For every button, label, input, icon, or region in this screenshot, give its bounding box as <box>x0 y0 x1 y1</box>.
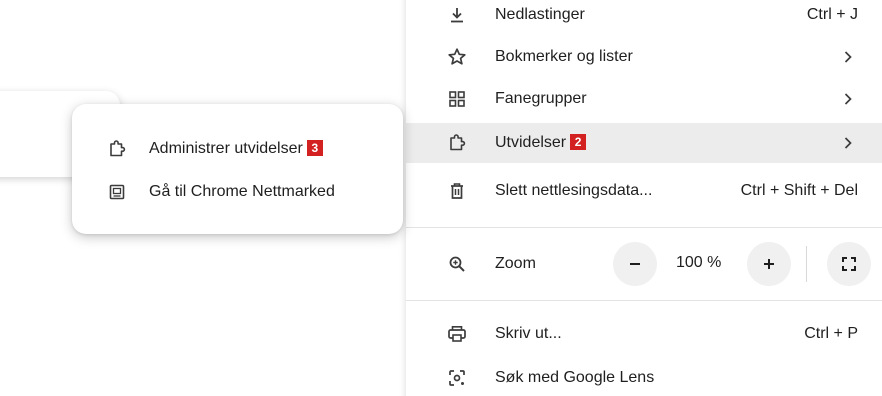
menu-item-google-lens[interactable]: Søk med Google Lens <box>406 358 882 396</box>
star-icon <box>446 46 468 68</box>
chrome-main-menu: Nedlastinger Ctrl + J Bokmerker og liste… <box>406 0 882 396</box>
menu-divider <box>406 300 882 301</box>
menu-item-label: Bokmerker og lister <box>495 48 633 65</box>
zoom-in-button[interactable] <box>747 242 791 286</box>
chevron-right-icon <box>842 92 854 106</box>
printer-icon <box>446 323 468 345</box>
shortcut-text: Ctrl + Shift + Del <box>740 182 858 199</box>
menu-item-label: Søk med Google Lens <box>495 369 655 386</box>
tab-groups-icon <box>446 88 468 110</box>
extensions-submenu: Administrer utvidelser 3 Gå til Chrome Ne… <box>72 104 403 234</box>
menu-item-tab-groups[interactable]: Fanegrupper <box>406 79 882 119</box>
menu-item-label: Fanegrupper <box>495 90 587 107</box>
chevron-right-icon <box>842 136 854 150</box>
menu-divider <box>406 227 882 228</box>
menu-item-label: Utvidelser 2 <box>495 134 587 152</box>
menu-item-extensions[interactable]: Utvidelser 2 <box>406 123 882 163</box>
submenu-item-web-store[interactable]: Gå til Chrome Nettmarked <box>72 172 403 212</box>
step-badge: 3 <box>306 140 323 156</box>
fullscreen-button[interactable] <box>827 242 871 286</box>
zoom-level: 100 % <box>676 254 722 271</box>
zoom-divider <box>806 246 807 282</box>
zoom-icon <box>446 253 468 275</box>
download-icon <box>446 4 468 26</box>
shortcut-text: Ctrl + P <box>804 325 858 342</box>
submenu-item-label: Administrer utvidelser 3 <box>149 140 323 158</box>
menu-item-bookmarks[interactable]: Bokmerker og lister <box>406 37 882 77</box>
screen: S Nedlastinger Ctrl + J Bokmerker og lis… <box>0 0 882 396</box>
shortcut-text: Ctrl + J <box>806 6 858 23</box>
chevron-right-icon <box>842 50 854 64</box>
puzzle-icon <box>446 132 468 154</box>
menu-item-clear-data[interactable]: Slett nettlesingsdata... Ctrl + Shift + … <box>406 171 882 211</box>
menu-item-label: Slett nettlesingsdata... <box>495 182 653 199</box>
menu-item-label: Nedlastinger <box>495 6 585 23</box>
menu-item-label: Skriv ut... <box>495 325 562 342</box>
zoom-label: Zoom <box>495 255 536 272</box>
lens-icon <box>446 367 468 389</box>
menu-item-zoom: Zoom 100 % <box>406 242 882 286</box>
menu-item-print[interactable]: Skriv ut... Ctrl + P <box>406 314 882 354</box>
menu-item-downloads[interactable]: Nedlastinger Ctrl + J <box>406 0 882 35</box>
puzzle-icon <box>106 138 128 160</box>
zoom-out-button[interactable] <box>613 242 657 286</box>
trash-icon <box>446 180 468 202</box>
submenu-item-label: Gå til Chrome Nettmarked <box>149 183 335 200</box>
submenu-item-manage-extensions[interactable]: Administrer utvidelser 3 <box>72 129 403 169</box>
step-badge: 2 <box>570 134 587 150</box>
fullscreen-icon <box>842 257 856 271</box>
web-store-icon <box>106 181 128 203</box>
